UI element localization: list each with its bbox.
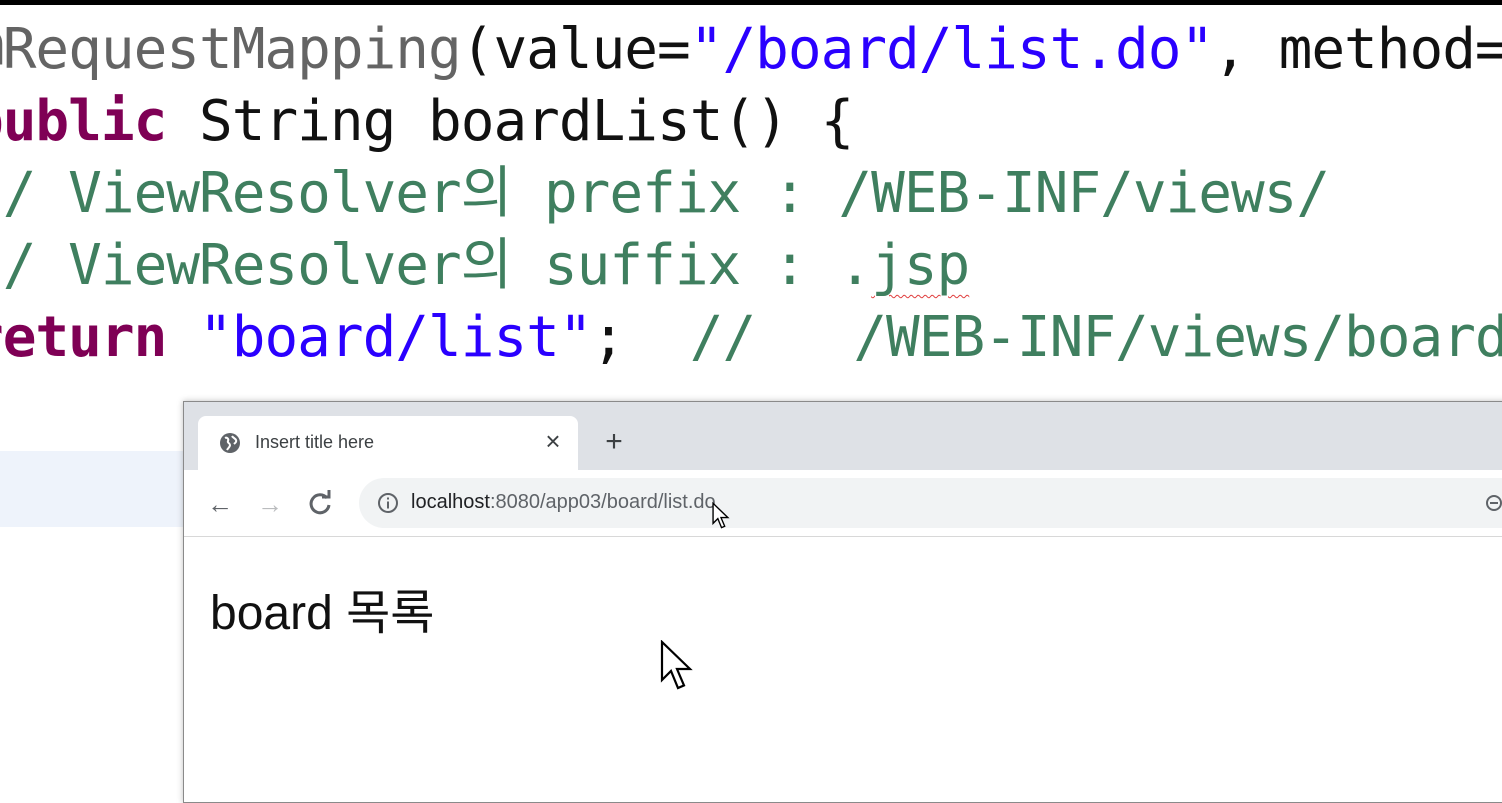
- new-tab-button[interactable]: +: [600, 427, 628, 457]
- info-icon[interactable]: [377, 492, 399, 514]
- url-text[interactable]: localhost:8080/app03/board/list.do: [411, 491, 716, 514]
- browser-toolbar: ← → localhost:8080/app03/board/list.do: [184, 470, 1502, 537]
- mouse-pointer-icon: [660, 640, 693, 690]
- browser-window: Insert title here × + ← → localhost:8080…: [183, 401, 1502, 803]
- address-bar[interactable]: localhost:8080/app03/board/list.do: [359, 478, 1502, 528]
- current-line-highlight: [0, 451, 200, 527]
- forward-button[interactable]: →: [254, 488, 286, 520]
- code-token: String boardList() {: [166, 89, 854, 154]
- code-token: public: [0, 89, 167, 154]
- tab-strip: Insert title here × +: [184, 402, 1502, 470]
- code-token: ;: [591, 305, 690, 370]
- code-line-prefix-comment[interactable]: // ViewResolver의 prefix : /WEB-INF/views…: [0, 158, 1330, 230]
- code-token: (value=: [460, 17, 691, 82]
- page-content: board 목록: [184, 537, 1502, 802]
- tab-title: Insert title here: [255, 432, 375, 452]
- browser-tab[interactable]: Insert title here ×: [198, 416, 578, 470]
- code-token: @RequestMapping: [0, 17, 462, 82]
- back-button[interactable]: ←: [204, 488, 236, 520]
- reload-icon[interactable]: [304, 487, 336, 519]
- zoom-icon[interactable]: [1484, 493, 1502, 513]
- code-line-method-signature[interactable]: public String boardList() {: [0, 86, 854, 158]
- url-host: localhost: [411, 491, 490, 513]
- code-token: , method=Requ: [1213, 17, 1502, 82]
- code-line-suffix-comment[interactable]: // ViewResolver의 suffix : .jsp: [0, 230, 970, 302]
- code-token: return: [0, 305, 167, 370]
- code-line-return[interactable]: return "board/list"; // /WEB-INF/views/b…: [0, 302, 1502, 374]
- url-path: :8080/app03/board/list.do: [489, 491, 716, 513]
- code-token: // ViewResolver의 prefix : /WEB-INF/views…: [0, 161, 1330, 226]
- code-token: // /WEB-INF/views/board/l: [689, 305, 1502, 370]
- close-icon[interactable]: ×: [540, 428, 566, 454]
- code-token: "/board/list.do": [689, 17, 1214, 82]
- code-token: // ViewResolver의 suffix : .: [0, 233, 872, 298]
- code-token: jsp: [871, 233, 970, 298]
- code-line-request-mapping[interactable]: @RequestMapping(value="/board/list.do", …: [0, 14, 1502, 86]
- mouse-cursor-icon: [712, 502, 730, 529]
- page-heading: board 목록: [210, 587, 435, 640]
- globe-icon: [220, 433, 240, 453]
- code-token: "board/list": [199, 305, 593, 370]
